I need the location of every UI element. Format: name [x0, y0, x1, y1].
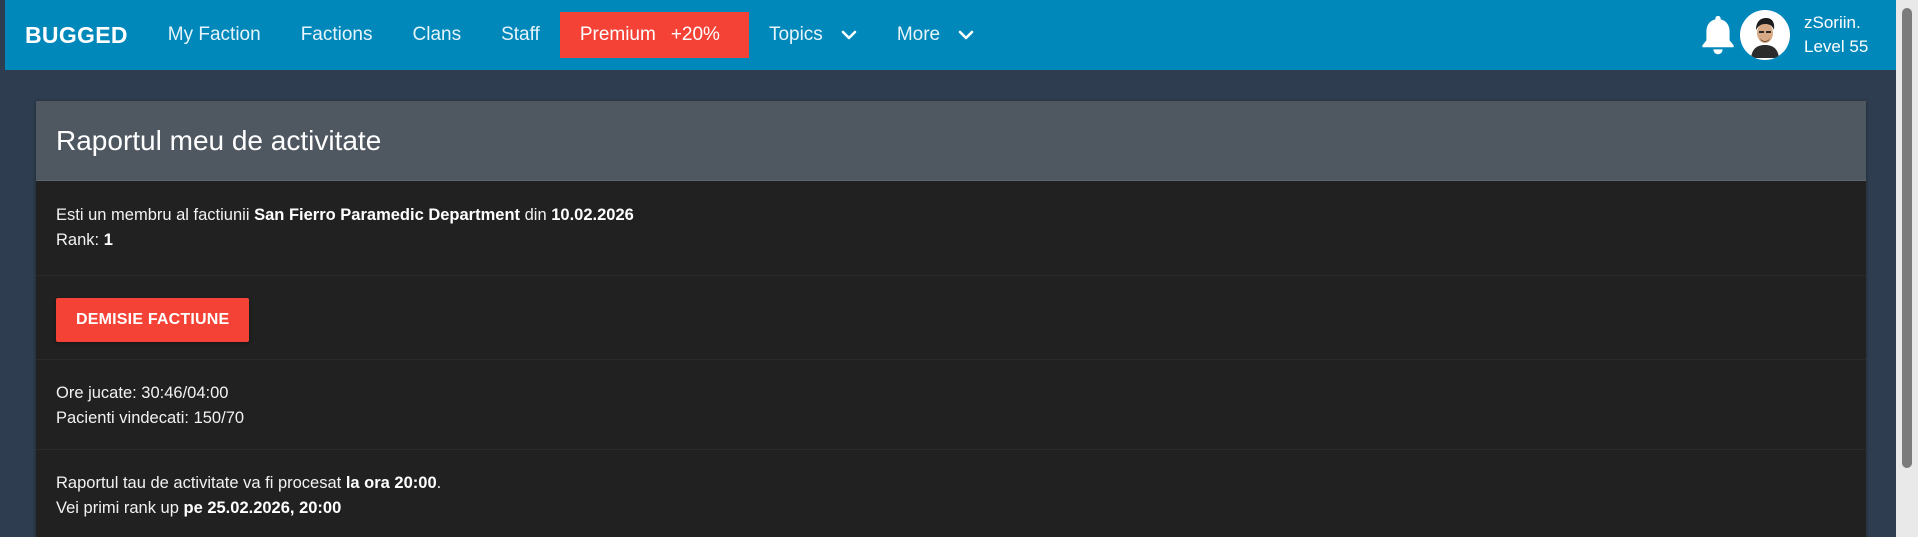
more-label: More: [896, 24, 941, 45]
membership-since: din: [520, 206, 552, 224]
rank-up-date: pe 25.02.2026, 20:00: [183, 499, 342, 517]
membership-date: 10.02.2026: [551, 206, 634, 224]
membership-section: Esti un membru al factiunii San Fierro P…: [36, 181, 1866, 276]
brand-logo[interactable]: BUGGED: [25, 22, 128, 49]
rank-line: Rank: 1: [56, 228, 1846, 253]
report-processing-line: Raportul tau de activitate va fi procesa…: [56, 471, 1846, 496]
report-line1-suffix: .: [436, 474, 442, 492]
resign-faction-button[interactable]: DEMISIE FACTIUNE: [56, 298, 250, 342]
card-header: Raportul meu de activitate: [36, 101, 1866, 181]
topics-label: Topics: [768, 24, 823, 45]
nav-more[interactable]: More: [877, 0, 994, 70]
page-scrollbar[interactable]: [1896, 0, 1918, 537]
user-info[interactable]: zSoriin. Level 55: [1804, 11, 1896, 59]
chevron-down-icon: [958, 30, 974, 40]
nav-factions[interactable]: Factions: [281, 0, 393, 70]
premium-label: Premium: [579, 24, 656, 45]
nav-my-faction[interactable]: My Faction: [148, 0, 281, 70]
report-line1-prefix: Raportul tau de activitate va fi procesa…: [56, 474, 346, 492]
report-line2-prefix: Vei primi rank up: [56, 499, 184, 517]
user-area: zSoriin. Level 55: [1700, 0, 1896, 70]
chevron-down-icon: [841, 30, 857, 40]
rank-label: Rank:: [56, 231, 104, 249]
user-name: zSoriin.: [1804, 13, 1861, 32]
user-level: Level 55: [1804, 37, 1869, 56]
nav-clans[interactable]: Clans: [393, 0, 482, 70]
avatar[interactable]: [1740, 10, 1790, 60]
membership-prefix: Esti un membru al factiunii: [56, 206, 255, 224]
nav-topics[interactable]: Topics: [749, 0, 877, 70]
top-navbar: BUGGED My Faction Factions Clans Staff P…: [5, 0, 1896, 70]
faction-name: San Fierro Paramedic Department: [254, 206, 521, 224]
report-time: la ora 20:00: [345, 474, 437, 492]
scrollbar-thumb[interactable]: [1902, 8, 1912, 468]
page: BUGGED My Faction Factions Clans Staff P…: [0, 0, 1918, 537]
nav-premium[interactable]: Premium +20%: [559, 12, 749, 58]
report-section: Raportul tau de activitate va fi procesa…: [36, 450, 1866, 537]
resign-section: DEMISIE FACTIUNE: [36, 276, 1866, 360]
rank-value: 1: [103, 231, 113, 249]
rank-up-line: Vei primi rank up pe 25.02.2026, 20:00: [56, 496, 1846, 521]
bell-icon[interactable]: [1700, 13, 1736, 57]
patients-healed: Pacienti vindecati: 150/70: [56, 409, 245, 427]
card-title: Raportul meu de activitate: [56, 124, 382, 156]
hours-played: Ore jucate: 30:46/04:00: [56, 384, 229, 402]
premium-bonus: +20%: [670, 24, 720, 45]
activity-report-card: Raportul meu de activitate Esti un membr…: [36, 101, 1866, 537]
stats-section: Ore jucate: 30:46/04:00 Pacienti vindeca…: [36, 360, 1866, 450]
membership-line: Esti un membru al factiunii San Fierro P…: [56, 203, 1846, 228]
nav-staff[interactable]: Staff: [481, 0, 560, 70]
